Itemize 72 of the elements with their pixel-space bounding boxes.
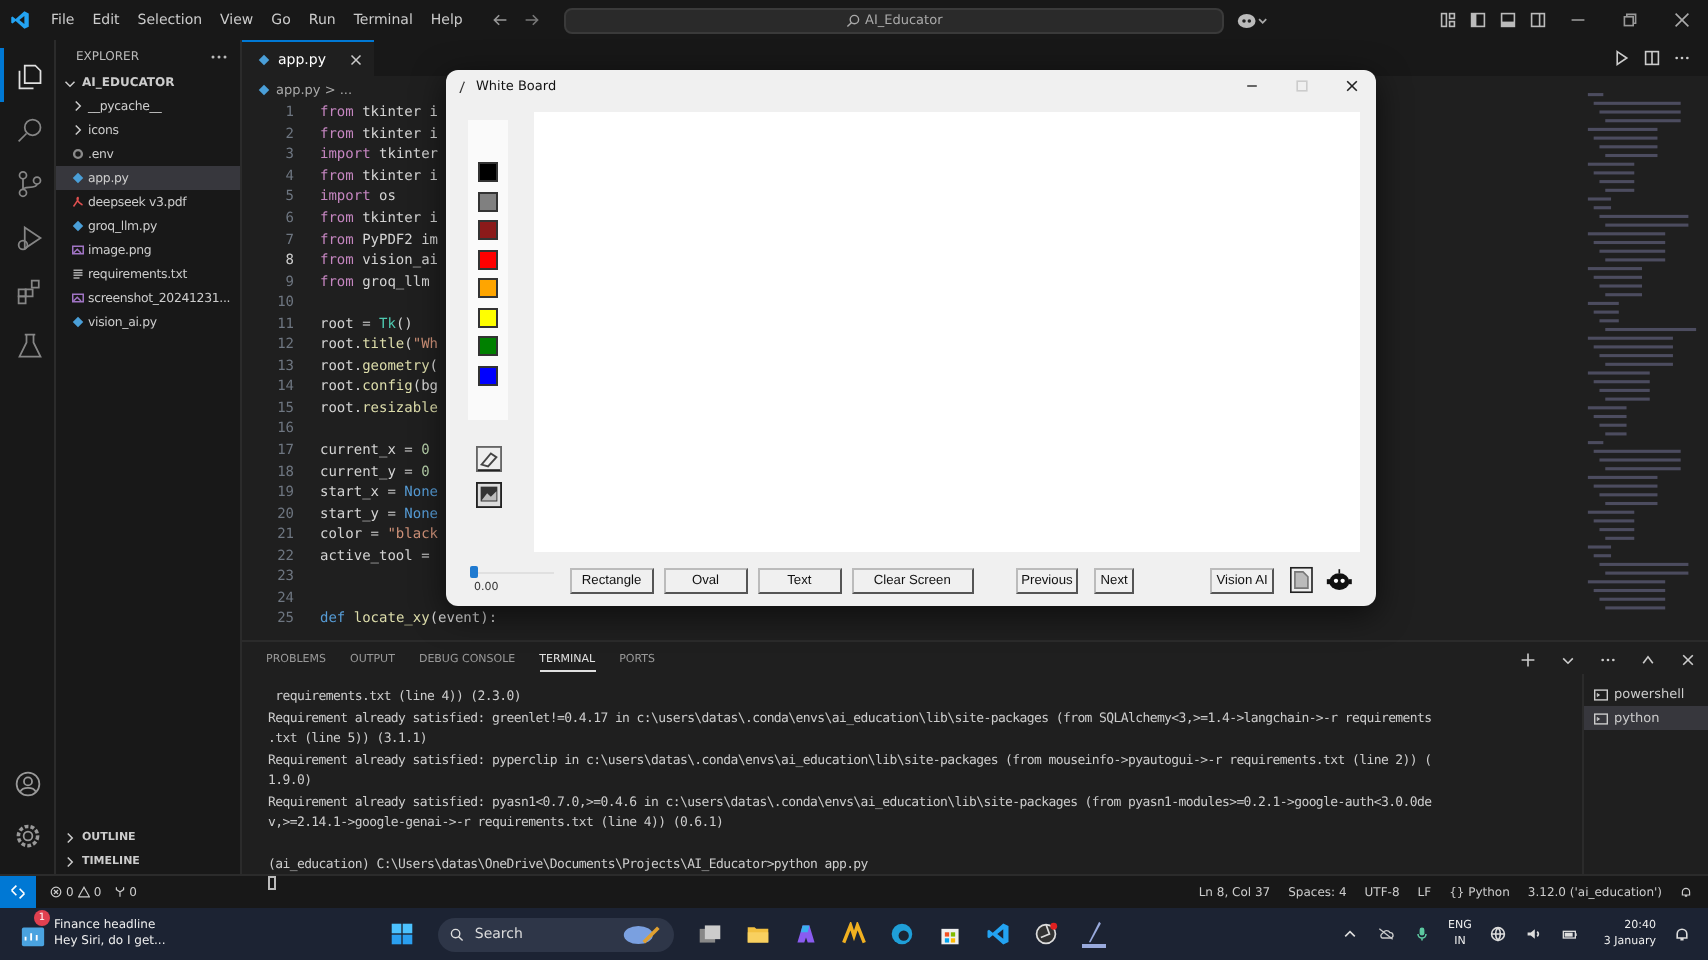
panel-toggle-icon[interactable] <box>1499 12 1515 28</box>
chevron-down-icon[interactable] <box>1560 652 1576 668</box>
color-swatch[interactable] <box>478 307 498 327</box>
edge-browser-icon[interactable] <box>890 922 915 946</box>
speaker-icon[interactable] <box>1525 926 1542 942</box>
remote-icon <box>10 884 26 900</box>
bell-icon[interactable] <box>1674 926 1691 942</box>
color-swatch[interactable] <box>478 220 498 240</box>
run-icon[interactable] <box>1613 50 1629 66</box>
python-file-icon <box>72 316 84 328</box>
split-editor-icon[interactable] <box>1643 50 1659 66</box>
sidebar-toggle-icon[interactable] <box>1469 12 1485 28</box>
bell-icon[interactable] <box>1680 886 1692 898</box>
restore-icon[interactable] <box>1622 12 1638 28</box>
cloud-icon[interactable] <box>1378 926 1395 942</box>
document-icon[interactable] <box>1290 566 1314 594</box>
maximize-icon <box>1294 78 1310 94</box>
feather-icon <box>458 79 466 93</box>
ports-icon <box>113 886 126 898</box>
microphone-icon[interactable] <box>1414 926 1431 942</box>
zigzag-app-icon[interactable] <box>842 922 867 946</box>
gear-icon <box>72 148 84 160</box>
battery-icon[interactable] <box>1561 926 1578 942</box>
chevron-down-icon <box>64 77 76 89</box>
color-swatch[interactable] <box>478 162 498 182</box>
task-view-icon[interactable] <box>698 922 723 946</box>
error-icon <box>50 886 62 898</box>
text-file-icon <box>72 268 84 280</box>
vscode-logo-icon <box>10 10 30 30</box>
feather-icon[interactable] <box>1082 920 1107 948</box>
forward-arrow-icon[interactable] <box>523 12 540 28</box>
close-icon[interactable] <box>1674 12 1690 28</box>
image-icon[interactable] <box>475 482 501 508</box>
chevron-up-icon[interactable] <box>1342 926 1359 942</box>
start-icon[interactable] <box>390 922 415 946</box>
account-icon[interactable] <box>13 770 41 798</box>
color-swatch[interactable] <box>478 249 498 269</box>
paintbrush-icon <box>622 923 663 945</box>
pdf-file-icon <box>72 196 84 208</box>
python-file-icon <box>72 220 84 232</box>
more-icon[interactable] <box>210 54 228 60</box>
image-file-icon <box>72 244 84 256</box>
search-icon <box>845 13 860 27</box>
python-file-icon <box>72 172 84 184</box>
settings-icon[interactable] <box>13 822 41 850</box>
remote-button[interactable] <box>0 876 36 908</box>
robot-icon[interactable] <box>1325 568 1352 592</box>
color-swatch[interactable] <box>478 365 498 385</box>
close-icon[interactable] <box>1344 78 1360 94</box>
slider-thumb[interactable] <box>470 566 478 578</box>
color-swatch[interactable] <box>478 278 498 298</box>
color-swatch[interactable] <box>478 191 498 211</box>
back-arrow-icon[interactable] <box>491 12 508 28</box>
terminal-icon <box>1594 711 1608 725</box>
python-file-icon <box>258 84 270 96</box>
copilot-icon[interactable] <box>794 922 819 946</box>
add-terminal-icon[interactable] <box>1520 652 1536 668</box>
vscode-icon[interactable] <box>986 922 1011 946</box>
secondary-sidebar-icon[interactable] <box>1529 12 1545 28</box>
eraser-icon[interactable] <box>475 446 501 472</box>
python-file-icon <box>258 53 270 65</box>
warning-icon <box>77 886 90 898</box>
aperture-app-icon[interactable] <box>1034 922 1059 946</box>
color-swatch[interactable] <box>478 336 498 356</box>
customize-layout-icon[interactable] <box>1439 12 1455 28</box>
copilot-icon[interactable] <box>1235 11 1268 29</box>
folder-icon[interactable] <box>746 922 771 946</box>
search-icon <box>450 927 465 941</box>
globe-icon[interactable] <box>1489 926 1506 942</box>
image-file-icon <box>72 292 84 304</box>
maximize-panel-icon[interactable] <box>1640 652 1656 668</box>
terminal-icon <box>1594 687 1608 701</box>
